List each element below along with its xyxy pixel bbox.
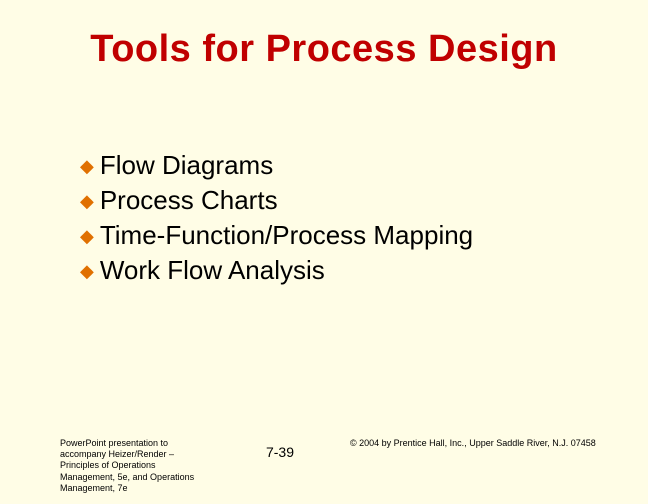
bullet-list: ◆ Flow Diagrams ◆ Process Charts ◆ Time-… xyxy=(80,150,608,290)
list-item: ◆ Process Charts xyxy=(80,185,608,216)
diamond-icon: ◆ xyxy=(80,157,94,175)
diamond-icon: ◆ xyxy=(80,227,94,245)
bullet-text: Work Flow Analysis xyxy=(100,255,325,286)
diamond-icon: ◆ xyxy=(80,192,94,210)
bullet-text: Flow Diagrams xyxy=(100,150,273,181)
list-item: ◆ Time-Function/Process Mapping xyxy=(80,220,608,251)
list-item: ◆ Flow Diagrams xyxy=(80,150,608,181)
footer-page-number: 7-39 xyxy=(220,438,340,462)
footer: PowerPoint presentation to accompany Hei… xyxy=(0,438,648,494)
diamond-icon: ◆ xyxy=(80,262,94,280)
bullet-text: Process Charts xyxy=(100,185,278,216)
bullet-text: Time-Function/Process Mapping xyxy=(100,220,473,251)
footer-left: PowerPoint presentation to accompany Hei… xyxy=(0,438,220,494)
slide-title: Tools for Process Design xyxy=(0,28,648,71)
footer-copyright: © 2004 by Prentice Hall, Inc., Upper Sad… xyxy=(340,438,648,449)
slide: Tools for Process Design ◆ Flow Diagrams… xyxy=(0,0,648,504)
list-item: ◆ Work Flow Analysis xyxy=(80,255,608,286)
